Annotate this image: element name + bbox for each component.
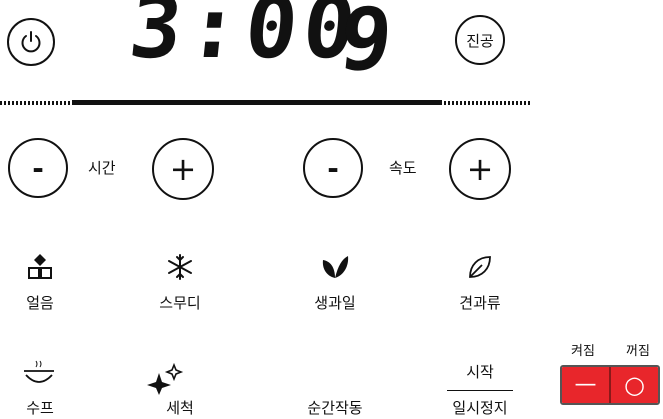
program-smoothie-label: 스무디 [159,294,201,312]
speed-display: 9 [334,0,398,90]
switch-off-symbol: ○ [624,371,645,399]
progress-fill [72,100,442,105]
pulse-label: 순간작동 [307,399,363,417]
start-pause-button[interactable]: 시작 일시정지 [435,360,525,419]
program-fruit-label: 생과일 [314,294,356,312]
ice-cubes-icon [25,252,55,282]
switch-on-label: 켜짐 [571,344,595,359]
power-icon [21,31,41,53]
soup-bowl-icon [22,359,56,389]
time-plus-button[interactable]: + [152,138,214,200]
pulse-button[interactable]: 순간작동 [290,380,380,419]
snowflake-icon [165,252,195,282]
power-button[interactable] [7,18,55,66]
program-clean-button[interactable]: 세척 [135,355,225,419]
program-ice-button[interactable]: 얼음 [0,248,80,318]
program-nuts-button[interactable]: 견과류 [435,248,525,318]
speed-label: 속도 [389,159,417,177]
speed-plus-button[interactable]: + [449,138,511,200]
power-rocker-switch[interactable]: — ○ [560,365,660,405]
start-label: 시작 [466,363,494,381]
leaves-icon [320,252,350,282]
switch-off-side[interactable]: ○ [609,367,658,403]
switch-on-side[interactable]: — [562,367,609,403]
switch-off-label: 꺼짐 [626,344,650,359]
switch-on-symbol: — [574,372,597,397]
start-pause-divider [447,390,513,391]
program-soup-button[interactable]: 수프 [0,355,80,419]
leaf-outline-icon [465,252,495,282]
progress-bar [0,100,530,106]
program-smoothie-button[interactable]: 스무디 [135,248,225,318]
time-label: 시간 [88,159,116,177]
sparkle-icon [145,361,185,395]
program-fruit-button[interactable]: 생과일 [290,248,380,318]
program-ice-label: 얼음 [26,294,54,312]
vacuum-label: 진공 [466,31,494,50]
time-display: 3:00 [124,0,367,78]
vacuum-button[interactable]: 진공 [455,15,505,65]
time-minus-button[interactable]: - [8,138,68,198]
speed-minus-button[interactable]: - [303,138,363,198]
pause-label: 일시정지 [452,399,508,417]
program-nuts-label: 견과류 [459,294,501,312]
program-clean-label: 세척 [166,399,194,417]
program-soup-label: 수프 [26,399,54,417]
